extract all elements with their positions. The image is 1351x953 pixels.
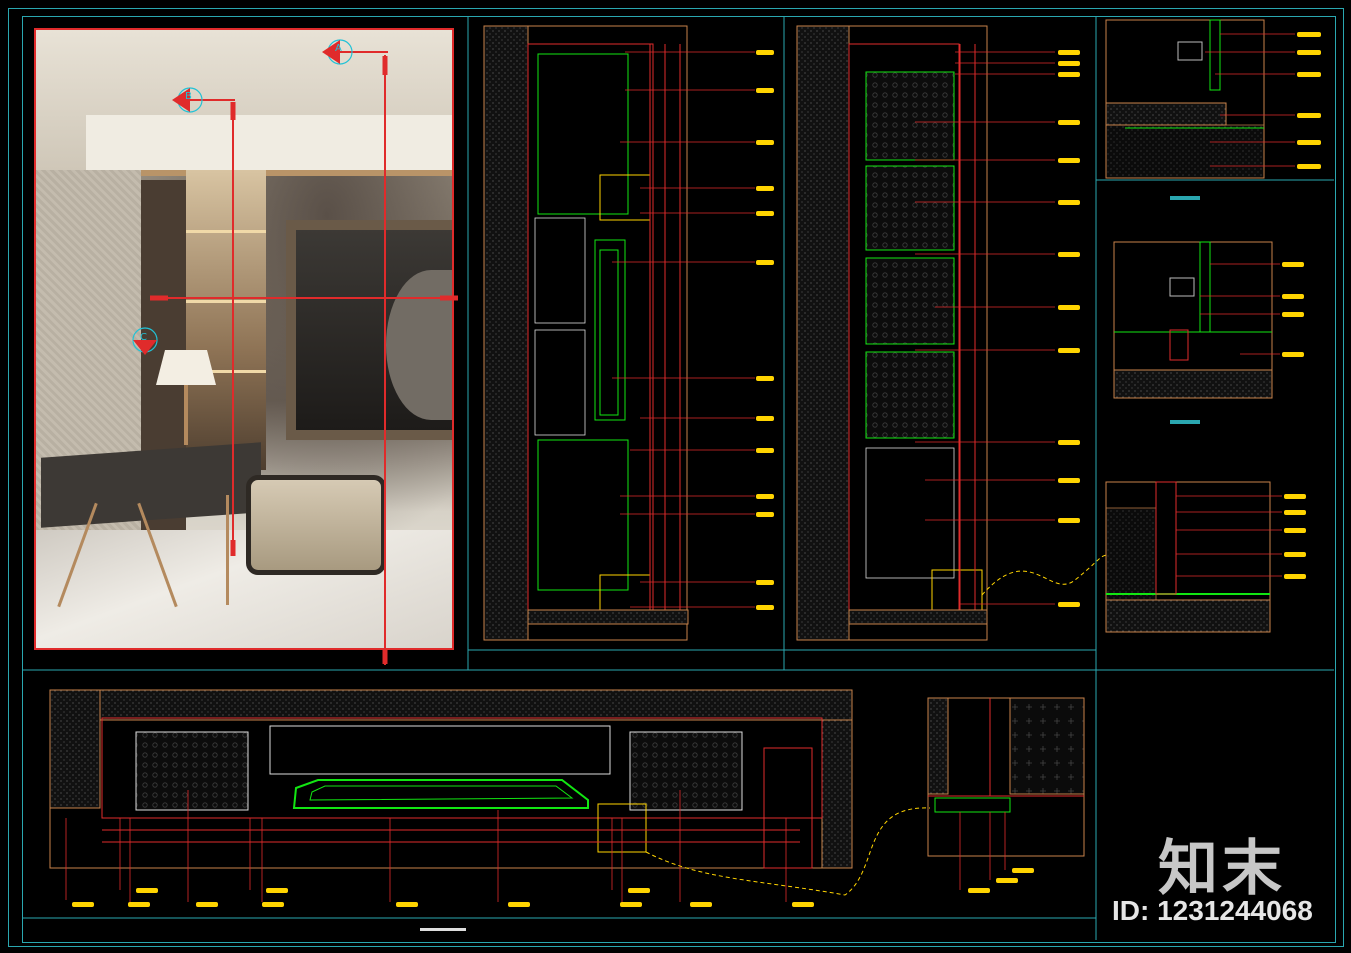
section-markers <box>132 39 353 353</box>
brand-watermark: 知末 <box>1158 834 1286 904</box>
marker-b-label: B <box>185 91 192 102</box>
plan-detail <box>927 697 1085 857</box>
detail-3 <box>1105 481 1271 633</box>
callout-curve-1 <box>981 554 1109 596</box>
marker-c-label: C <box>140 332 147 343</box>
cad-drawings <box>22 16 1334 940</box>
render-section-lines <box>155 51 455 665</box>
elevation-a-leaders <box>612 51 755 608</box>
marker-a-label: A <box>335 43 342 54</box>
detail-2 <box>1113 241 1273 399</box>
detail-1 <box>1105 19 1265 179</box>
plan-section <box>49 689 853 869</box>
elevation-b <box>796 25 988 641</box>
elevation-a <box>483 25 689 641</box>
image-id-watermark: ID: 1231244068 <box>1112 895 1313 926</box>
callout-curve-2 <box>645 807 931 896</box>
